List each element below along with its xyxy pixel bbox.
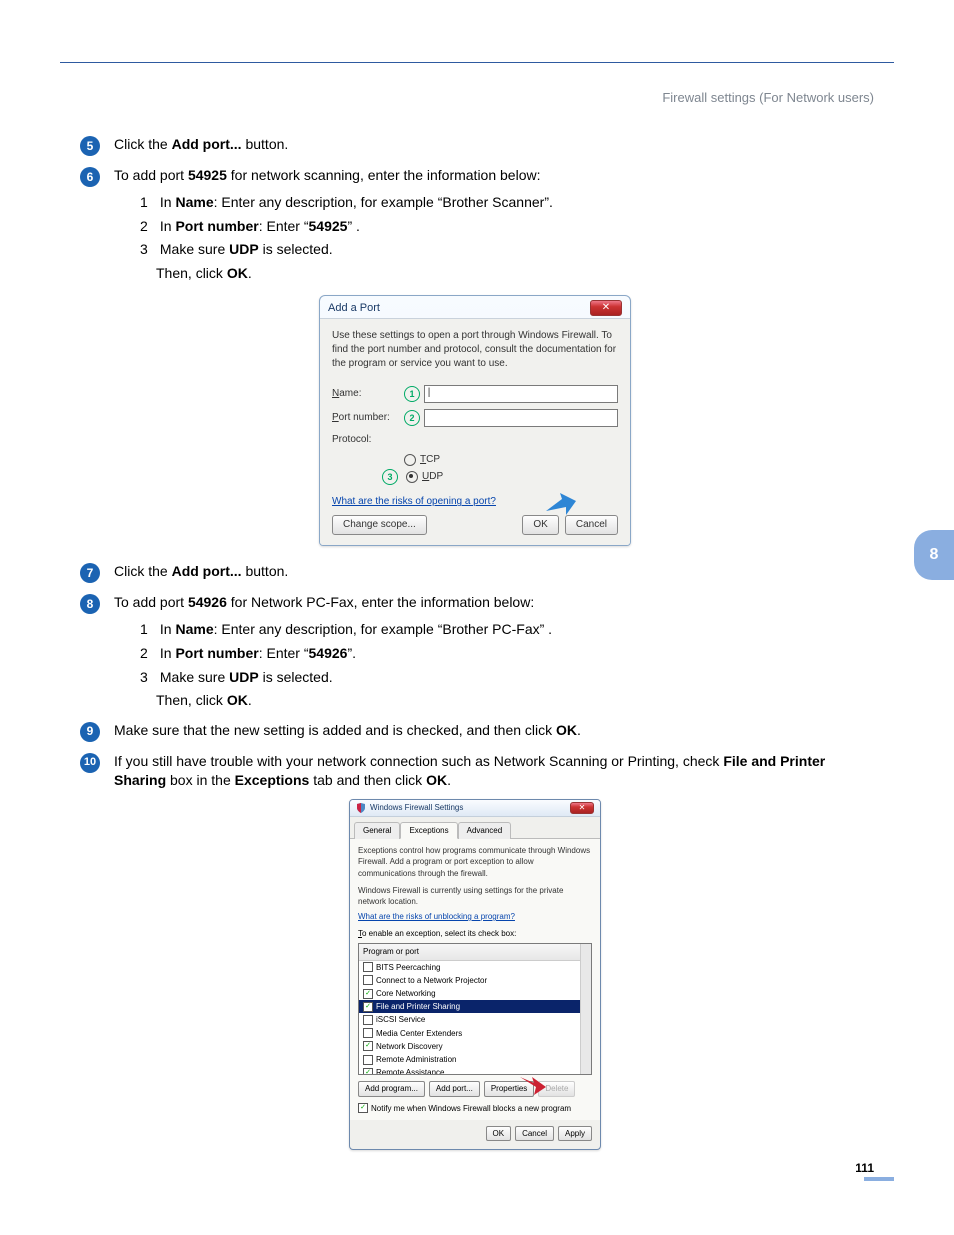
step-8-sub2: 2 In Port number: Enter “54926”. <box>140 644 870 664</box>
step-8-then: Then, click OK. <box>156 691 870 711</box>
callout-1-icon: 1 <box>404 386 420 402</box>
section-header: Firewall settings (For Network users) <box>662 90 874 105</box>
checkbox[interactable] <box>363 989 373 999</box>
tab-advanced[interactable]: Advanced <box>458 822 512 839</box>
chapter-thumb-tab: 8 <box>914 530 954 580</box>
list-item[interactable]: Core Networking <box>359 987 591 1000</box>
list-item-label: Media Center Extenders <box>376 1028 462 1039</box>
cancel-button[interactable]: Cancel <box>565 515 618 535</box>
list-header: Program or port <box>359 944 591 960</box>
tab-exceptions[interactable]: Exceptions <box>400 822 457 839</box>
step-6-sub1: 1 In Name: Enter any description, for ex… <box>140 193 870 213</box>
page-number: 111 <box>855 1161 874 1175</box>
list-item-label: iSCSI Service <box>376 1014 425 1025</box>
step-5-text: Click the Add port... button. <box>114 135 870 155</box>
tcp-radio[interactable] <box>404 454 416 466</box>
add-a-port-dialog: Add a Port ✕ Use these settings to open … <box>319 295 631 546</box>
dlg2-desc1: Exceptions control how programs communic… <box>358 845 592 879</box>
notify-checkbox[interactable] <box>358 1103 368 1113</box>
step-6-badge: 6 <box>80 167 100 187</box>
name-input[interactable]: | <box>424 385 618 403</box>
callout-2-icon: 2 <box>404 410 420 426</box>
content: 5 Click the Add port... button. 6 To add… <box>80 135 870 1150</box>
step-5-badge: 5 <box>80 136 100 156</box>
dialog2-title: Windows Firewall Settings <box>370 802 463 813</box>
list-item-label: Connect to a Network Projector <box>376 975 487 986</box>
apply-button[interactable]: Apply <box>558 1126 592 1141</box>
step-8-sub3: 3 Make sure UDP is selected. <box>140 668 870 688</box>
list-item[interactable]: Network Discovery <box>359 1040 591 1053</box>
list-item[interactable]: Remote Administration <box>359 1053 591 1066</box>
tab-general[interactable]: General <box>354 822 400 839</box>
checkbox[interactable] <box>363 1041 373 1051</box>
step-7-text: Click the Add port... button. <box>114 562 870 582</box>
exceptions-list[interactable]: Program or port BITS Peercaching Connect … <box>358 943 592 1075</box>
name-label: Name: <box>332 387 400 401</box>
udp-radio[interactable] <box>406 471 418 483</box>
list-item-label: Remote Assistance <box>376 1067 444 1075</box>
checkbox[interactable] <box>363 1002 373 1012</box>
step-10-badge: 10 <box>80 753 100 773</box>
list-item-label: BITS Peercaching <box>376 962 440 973</box>
step-9-badge: 9 <box>80 722 100 742</box>
step-10-text: If you still have trouble with your netw… <box>114 752 870 791</box>
checkbox[interactable] <box>363 962 373 972</box>
close-button-2[interactable]: ✕ <box>570 802 594 814</box>
protocol-label: Protocol: <box>332 433 400 447</box>
list-item[interactable]: Connect to a Network Projector <box>359 974 591 987</box>
dlg2-desc2: Windows Firewall is currently using sett… <box>358 885 592 907</box>
footer-accent <box>864 1177 894 1181</box>
list-item[interactable]: BITS Peercaching <box>359 961 591 974</box>
enable-exception-label: To enable an exception, select its check… <box>358 928 592 939</box>
shield-icon <box>356 803 366 813</box>
checkbox[interactable] <box>363 1068 373 1076</box>
list-item-label: Remote Administration <box>376 1054 456 1065</box>
dlg2-risk-link[interactable]: What are the risks of unblocking a progr… <box>358 912 515 921</box>
step-8-sub1: 1 In Name: Enter any description, for ex… <box>140 620 870 640</box>
step-9-text: Make sure that the new setting is added … <box>114 721 870 741</box>
list-item[interactable]: File and Printer Sharing <box>359 1000 591 1013</box>
cancel-button-2[interactable]: Cancel <box>515 1126 554 1141</box>
step-8-badge: 8 <box>80 594 100 614</box>
header-divider <box>60 62 894 63</box>
notify-label: Notify me when Windows Firewall blocks a… <box>371 1103 571 1114</box>
checkbox[interactable] <box>363 1015 373 1025</box>
scrollbar[interactable] <box>580 944 591 1074</box>
checkbox[interactable] <box>363 1028 373 1038</box>
dialog-description: Use these settings to open a port throug… <box>332 329 618 371</box>
pointer-arrow-icon-2 <box>520 1073 546 1095</box>
list-item[interactable]: Media Center Extenders <box>359 1027 591 1040</box>
notify-row[interactable]: Notify me when Windows Firewall blocks a… <box>358 1103 592 1114</box>
step-6-text: To add port 54925 for network scanning, … <box>114 166 870 186</box>
pointer-arrow-icon <box>546 491 576 517</box>
callout-3-icon: 3 <box>382 469 398 485</box>
step-7-badge: 7 <box>80 563 100 583</box>
list-item-label: File and Printer Sharing <box>376 1001 460 1012</box>
port-number-input[interactable] <box>424 409 618 427</box>
checkbox[interactable] <box>363 1055 373 1065</box>
dialog-title: Add a Port <box>328 301 380 316</box>
step-6-then: Then, click OK. <box>156 264 870 284</box>
udp-label: UDP <box>422 470 443 484</box>
ok-button-2[interactable]: OK <box>486 1126 512 1141</box>
list-item[interactable]: Remote Assistance <box>359 1066 591 1075</box>
tcp-label: TCP <box>420 453 440 467</box>
checkbox[interactable] <box>363 975 373 985</box>
list-item-label: Core Networking <box>376 988 436 999</box>
port-number-label: Port number: <box>332 411 400 425</box>
list-item[interactable]: iSCSI Service <box>359 1013 591 1026</box>
list-item-label: Network Discovery <box>376 1041 443 1052</box>
firewall-settings-dialog: Windows Firewall Settings ✕ General Exce… <box>349 799 601 1150</box>
step-6-sub2: 2 In Port number: Enter “54925” . <box>140 217 870 237</box>
step-6-sub3: 3 Make sure UDP is selected. <box>140 240 870 260</box>
close-button[interactable]: ✕ <box>590 300 622 316</box>
change-scope-button[interactable]: Change scope... <box>332 515 427 535</box>
risk-link[interactable]: What are the risks of opening a port? <box>332 495 496 509</box>
ok-button[interactable]: OK <box>522 515 558 535</box>
add-program-button[interactable]: Add program... <box>358 1081 425 1096</box>
step-8-text: To add port 54926 for Network PC-Fax, en… <box>114 593 870 613</box>
add-port-button[interactable]: Add port... <box>429 1081 480 1096</box>
